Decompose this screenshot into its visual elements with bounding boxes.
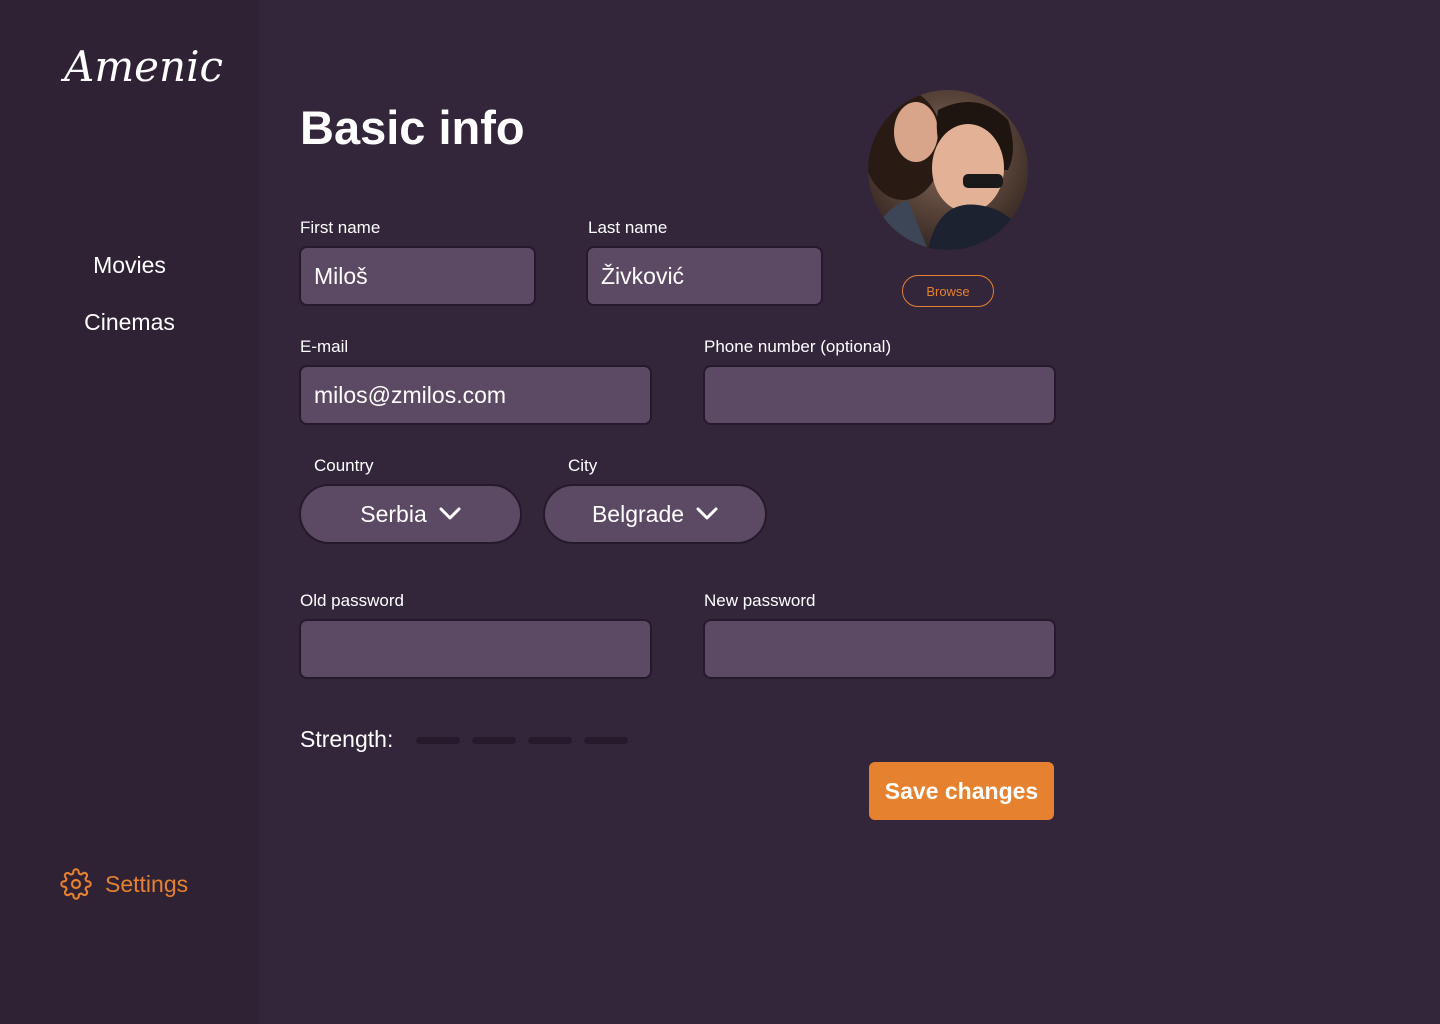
first-name-label: First name (300, 218, 381, 237)
profile-avatar (868, 90, 1028, 250)
last-name-label: Last name (588, 218, 668, 237)
strength-label: Strength: (300, 726, 394, 752)
country-label: Country (314, 456, 374, 475)
page-title: Basic info (300, 101, 525, 154)
nav-item-movies[interactable]: Movies (0, 252, 259, 279)
strength-segment (528, 737, 572, 744)
last-name-field[interactable] (586, 246, 823, 306)
nav-item-settings[interactable]: Settings (60, 868, 188, 900)
save-button[interactable]: Save changes (869, 762, 1054, 820)
strength-segment (472, 737, 516, 744)
phone-field[interactable] (703, 365, 1056, 425)
browse-button[interactable]: Browse (902, 275, 994, 307)
country-value: Serbia (360, 500, 427, 527)
sidebar: Amenic Movies Cinemas Settings (0, 0, 259, 1024)
app-logo[interactable]: Amenic (64, 42, 223, 91)
strength-segment (584, 737, 628, 744)
country-select[interactable]: Serbia (299, 484, 522, 544)
email-field[interactable] (299, 365, 652, 425)
chevron-down-icon (439, 507, 461, 520)
email-label: E-mail (300, 337, 349, 356)
settings-label: Settings (105, 870, 189, 897)
old-password-label: Old password (300, 591, 404, 610)
old-password-field[interactable] (299, 619, 652, 679)
first-name-field[interactable] (299, 246, 536, 306)
chevron-down-icon (696, 507, 718, 520)
gear-icon (60, 868, 92, 900)
strength-segment (416, 737, 460, 744)
phone-label: Phone number (optional) (704, 337, 892, 356)
nav-item-cinemas[interactable]: Cinemas (0, 309, 259, 336)
city-select[interactable]: Belgrade (543, 484, 767, 544)
city-label: City (568, 456, 598, 475)
new-password-field[interactable] (703, 619, 1056, 679)
new-password-label: New password (704, 591, 816, 610)
city-value: Belgrade (591, 500, 685, 527)
